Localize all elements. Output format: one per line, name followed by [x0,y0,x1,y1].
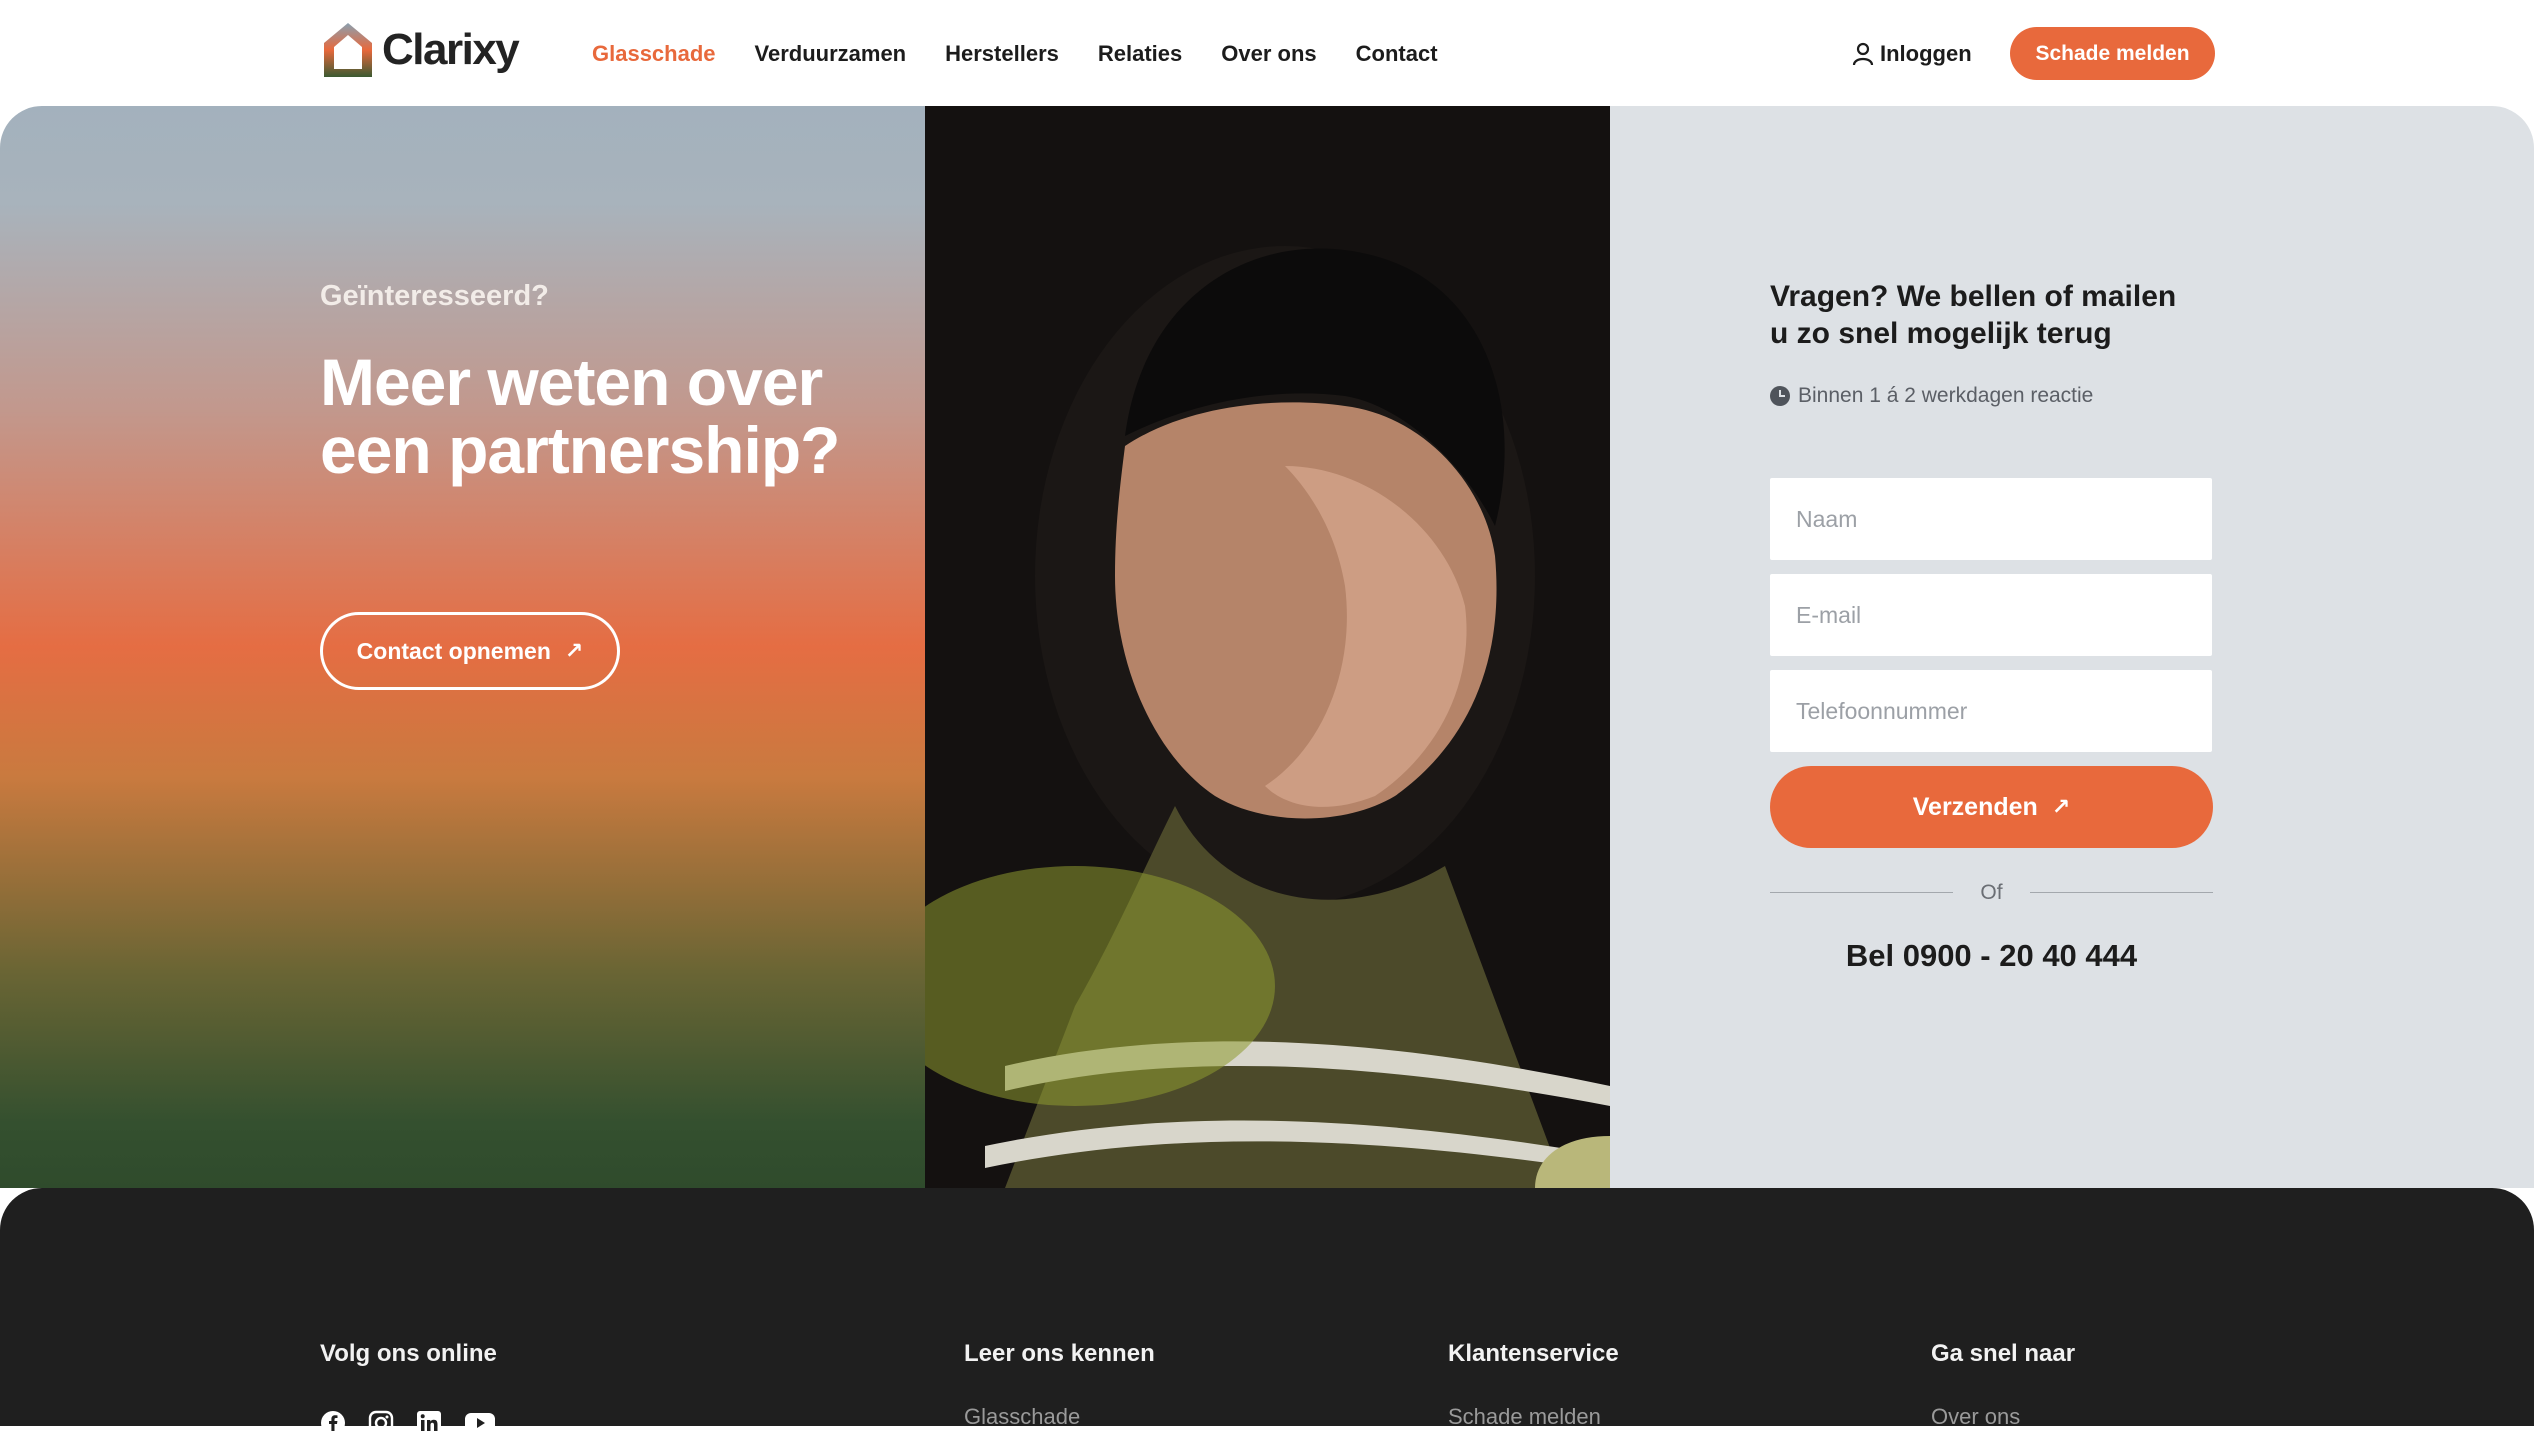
nav-item-over-ons[interactable]: Over ons [1221,34,1316,74]
contact-button[interactable]: Contact opnemen ↗ [320,612,620,690]
site-header: Clarixy Glasschade Verduurzamen Herstell… [0,0,2534,106]
footer-col-ga-snel-naar: Ga snel naar Over ons [1931,1340,2076,1429]
name-field[interactable] [1770,478,2212,560]
logo[interactable]: Clarixy [320,18,520,82]
nav-item-herstellers[interactable]: Herstellers [945,34,1059,74]
house-logo-icon [324,23,372,77]
social-links [320,1410,496,1436]
hero-section: Geïnteresseerd? Meer weten over een part… [0,106,2534,1188]
hero-eyebrow: Geïnteresseerd? [320,280,549,312]
contact-button-label: Contact opnemen [356,637,551,664]
footer-link[interactable]: Over ons [1931,1404,2020,1430]
login-label: Inloggen [1880,41,1972,66]
footer-col-title: Klantenservice [1448,1340,1619,1367]
footer-col-title: Leer ons kennen [964,1340,1155,1367]
main-nav: Glasschade Verduurzamen Herstellers Rela… [592,34,1477,74]
or-divider: Of [1770,878,2213,908]
youtube-icon[interactable] [464,1410,496,1436]
arrow-up-right-icon: ↗ [564,638,584,663]
hero-portrait-image [925,106,1610,1188]
form-title: Vragen? We bellen of mailen u zo snel mo… [1770,280,2177,350]
footer-link[interactable]: Glasschade [964,1404,1080,1430]
logo-text: Clarixy [382,25,520,74]
clock-icon [1770,386,1790,406]
or-label: Of [1980,881,2003,904]
report-damage-button[interactable]: Schade melden [2010,27,2215,80]
portrait-illustration [925,106,1610,1188]
login-link[interactable]: Inloggen [1852,34,1972,74]
nav-item-relaties[interactable]: Relaties [1098,34,1182,74]
facebook-icon[interactable] [320,1410,346,1436]
footer-link[interactable]: Schade melden [1448,1404,1601,1430]
reply-time-text: Binnen 1 á 2 werkdagen reactie [1798,384,2094,407]
footer-follow-title: Volg ons online [320,1340,497,1367]
arrow-up-right-icon: ↗ [2051,794,2071,819]
footer-col-title: Ga snel naar [1931,1340,2076,1367]
call-phone-link[interactable]: Bel 0900 - 20 40 444 [1770,938,2213,974]
reply-time-note: Binnen 1 á 2 werkdagen reactie [1770,384,2093,408]
footer-col-leer-ons-kennen: Leer ons kennen Glasschade [964,1340,1155,1429]
email-field[interactable] [1770,574,2212,656]
submit-button-label: Verzenden [1912,792,2038,821]
nav-item-contact[interactable]: Contact [1356,34,1438,74]
nav-item-glasschade[interactable]: Glasschade [592,34,716,74]
hero-title: Meer weten over een partnership? [320,345,840,487]
footer-col-klantenservice: Klantenservice Schade melden [1448,1340,1619,1429]
phone-field[interactable] [1770,670,2212,752]
submit-button[interactable]: Verzenden ↗ [1770,766,2213,848]
user-icon [1852,42,1874,66]
linkedin-icon[interactable] [416,1410,442,1436]
nav-item-verduurzamen[interactable]: Verduurzamen [755,34,907,74]
site-footer: Volg ons online Leer ons kennen Glasscha… [0,1188,2534,1436]
divider-line [2030,892,2213,893]
instagram-icon[interactable] [368,1410,394,1436]
footer-col-follow: Volg ons online [320,1340,497,1368]
